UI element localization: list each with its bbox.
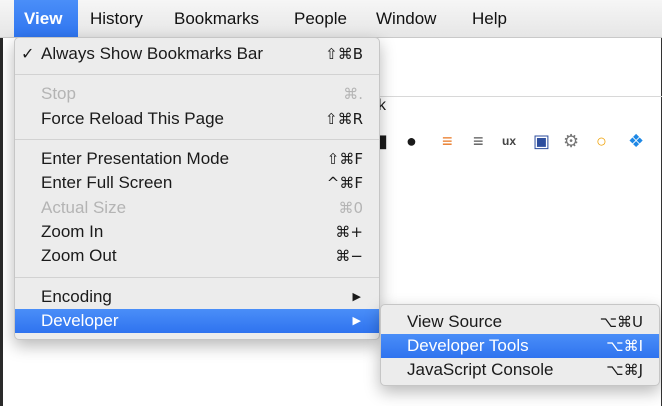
menu-bar: View History Bookmarks People Window Hel… (0, 0, 662, 38)
developer-submenu: View Source ⌥⌘U Developer Tools ⌥⌘I Java… (380, 304, 660, 386)
zoom-out-item[interactable]: Zoom Out ⌘− (15, 244, 379, 268)
circle-icon[interactable]: ○ (596, 126, 607, 156)
gear-icon[interactable]: ⚙ (563, 126, 579, 156)
stop-item: Stop ⌘. (41, 84, 363, 103)
windows-icon[interactable]: ❖ (628, 126, 644, 156)
menu-view[interactable]: View (14, 0, 78, 37)
developer-item[interactable]: Developer ▶ (15, 309, 379, 333)
toolbar-divider (376, 96, 662, 97)
force-reload-item[interactable]: Force Reload This Page ⇧⌘R (15, 107, 379, 131)
menu-bookmarks[interactable]: Bookmarks (164, 0, 269, 37)
bookmarks-bar: ▮ ● ≡ ≡ ux ▣ ⚙ ○ ❖ (376, 126, 662, 156)
actual-size-item: Actual Size ⌘0 (41, 198, 363, 217)
window-edge (0, 37, 3, 406)
menu-separator (15, 74, 379, 75)
always-show-bookmarks-item[interactable]: ✓ Always Show Bookmarks Bar ⇧⌘B (15, 42, 379, 66)
view-menu: ✓ Always Show Bookmarks Bar ⇧⌘B Stop ⌘. … (14, 37, 380, 340)
github-icon[interactable]: ● (406, 126, 417, 156)
zoom-in-item[interactable]: Zoom In ⌘+ (15, 220, 379, 244)
menu-history[interactable]: History (80, 0, 153, 37)
javascript-console-item[interactable]: JavaScript Console ⌥⌘J (381, 358, 659, 382)
menu-people[interactable]: People (284, 0, 357, 37)
menu-separator (15, 139, 379, 140)
menu-window[interactable]: Window (366, 0, 446, 37)
view-source-item[interactable]: View Source ⌥⌘U (381, 310, 659, 334)
encoding-item[interactable]: Encoding ▶ (15, 285, 379, 309)
bookmark-icon-box[interactable]: ▣ (533, 126, 550, 156)
stack-overflow-icon[interactable]: ≡ (442, 126, 453, 156)
submenu-arrow-icon: ▶ (352, 315, 361, 327)
stack-exchange-icon[interactable]: ≡ (473, 126, 484, 156)
submenu-arrow-icon: ▶ (352, 291, 361, 303)
checkmark-icon: ✓ (21, 44, 35, 63)
presentation-mode-item[interactable]: Enter Presentation Mode ⇧⌘F (15, 147, 379, 171)
full-screen-item[interactable]: Enter Full Screen ^⌘F (15, 171, 379, 195)
ux-icon[interactable]: ux (502, 126, 516, 156)
developer-tools-item[interactable]: Developer Tools ⌥⌘I (381, 334, 659, 358)
menu-separator (15, 277, 379, 278)
menu-help[interactable]: Help (462, 0, 517, 37)
